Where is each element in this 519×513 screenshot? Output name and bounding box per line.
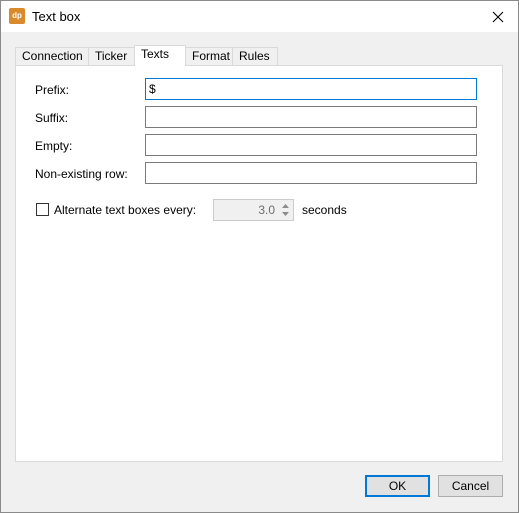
suffix-label: Suffix: [35,111,69,125]
seconds-unit-label: seconds [302,203,347,217]
close-icon [492,11,504,22]
tab-connection[interactable]: Connection [15,47,89,65]
prefix-label: Prefix: [35,83,70,97]
window-title: Text box [32,9,81,24]
empty-label: Empty: [35,139,73,153]
spin-down-button [279,210,291,218]
interval-spinner: 3.0 [213,199,294,221]
prefix-input[interactable] [145,78,477,100]
alternate-checkbox[interactable] [36,203,49,216]
chevron-up-icon [281,204,289,208]
chevron-down-icon [281,212,289,216]
ok-button[interactable]: OK [365,475,430,497]
spinner-buttons [279,202,291,218]
non-existing-row-input[interactable] [145,162,477,184]
spin-up-button [279,202,291,210]
tab-format[interactable]: Format [185,47,233,65]
suffix-input[interactable] [145,106,477,128]
title-bar: dp Text box [1,1,518,32]
app-logo-icon: dp [9,8,25,24]
empty-input[interactable] [145,134,477,156]
tab-texts[interactable]: Texts [134,45,186,66]
cancel-button[interactable]: Cancel [438,475,503,497]
tab-ticker[interactable]: Ticker [88,47,135,65]
interval-value: 3.0 [258,203,275,217]
alternate-checkbox-label[interactable]: Alternate text boxes every: [54,203,196,217]
dialog-window: dp Text box Connection Ticker Texts Form… [0,0,519,513]
non-existing-row-label: Non-existing row: [35,167,128,181]
close-button[interactable] [478,1,518,32]
tab-rules[interactable]: Rules [232,47,278,65]
